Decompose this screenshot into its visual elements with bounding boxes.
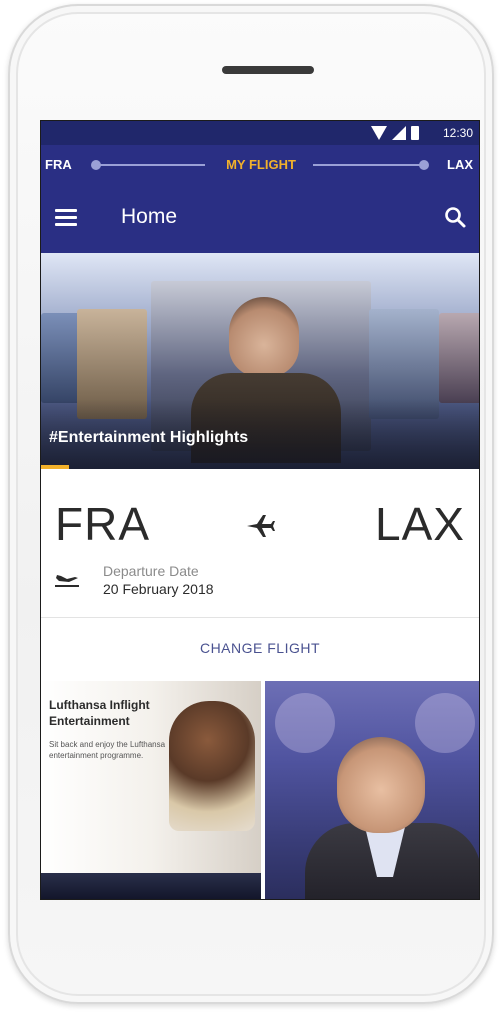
- flight-route-card: FRA LAX Departure Date 20 February 2018: [41, 469, 479, 617]
- tile-description: Sit back and enjoy the Lufthansa enterta…: [49, 740, 166, 760]
- departure-date-label: Departure Date: [103, 563, 199, 579]
- strip-line-right: [313, 164, 423, 166]
- departure-date-value: 20 February 2018: [103, 581, 214, 597]
- passenger-photo: [337, 737, 425, 833]
- menu-icon[interactable]: [55, 209, 77, 227]
- passenger-photo-tile[interactable]: [265, 681, 479, 899]
- tile-bottom-image: [41, 873, 261, 899]
- entertainment-hero-banner[interactable]: #Entertainment Highlights: [41, 253, 479, 469]
- route-destination-code: LAX: [375, 498, 465, 550]
- strip-line-left: [97, 164, 205, 166]
- cabin-window-image: [275, 693, 335, 753]
- tile-title: Lufthansa Inflight Entertainment: [49, 698, 150, 728]
- route-origin-code: FRA: [55, 498, 150, 550]
- phone-speaker: [222, 66, 314, 74]
- tile-person-photo: [169, 701, 255, 831]
- status-bar: 12:30: [41, 121, 479, 145]
- hero-caption: #Entertainment Highlights: [49, 429, 249, 446]
- flight-progress-strip[interactable]: FRA MY FLIGHT LAX: [41, 145, 479, 183]
- cabin-window-image: [415, 693, 475, 753]
- status-time: 12:30: [442, 126, 473, 140]
- app-screen: 12:30 FRA MY FLIGHT LAX Home #Entertainm…: [40, 120, 480, 900]
- inflight-entertainment-tile[interactable]: Lufthansa Inflight Entertainment Sit bac…: [41, 681, 261, 899]
- status-icons: [371, 126, 419, 140]
- my-flight-label[interactable]: MY FLIGHT: [211, 157, 311, 172]
- phone-frame: 12:30 FRA MY FLIGHT LAX Home #Entertainm…: [8, 4, 494, 1004]
- change-flight-button[interactable]: CHANGE FLIGHT: [41, 617, 479, 677]
- battery-icon: [411, 126, 419, 140]
- page-title: Home: [121, 205, 178, 228]
- plane-icon: [247, 515, 275, 537]
- strip-end-dot: [419, 160, 429, 170]
- hero-person-photo: [229, 297, 299, 377]
- wifi-icon: [371, 126, 387, 140]
- signal-icon: [392, 126, 406, 140]
- departure-plane-icon: [55, 575, 79, 587]
- hero-image-panel: [439, 313, 479, 403]
- strip-destination: LAX: [447, 157, 473, 172]
- hero-image-panel: [41, 313, 81, 403]
- app-header: Home: [41, 183, 479, 253]
- strip-origin: FRA: [45, 157, 72, 172]
- search-icon[interactable]: [443, 205, 467, 229]
